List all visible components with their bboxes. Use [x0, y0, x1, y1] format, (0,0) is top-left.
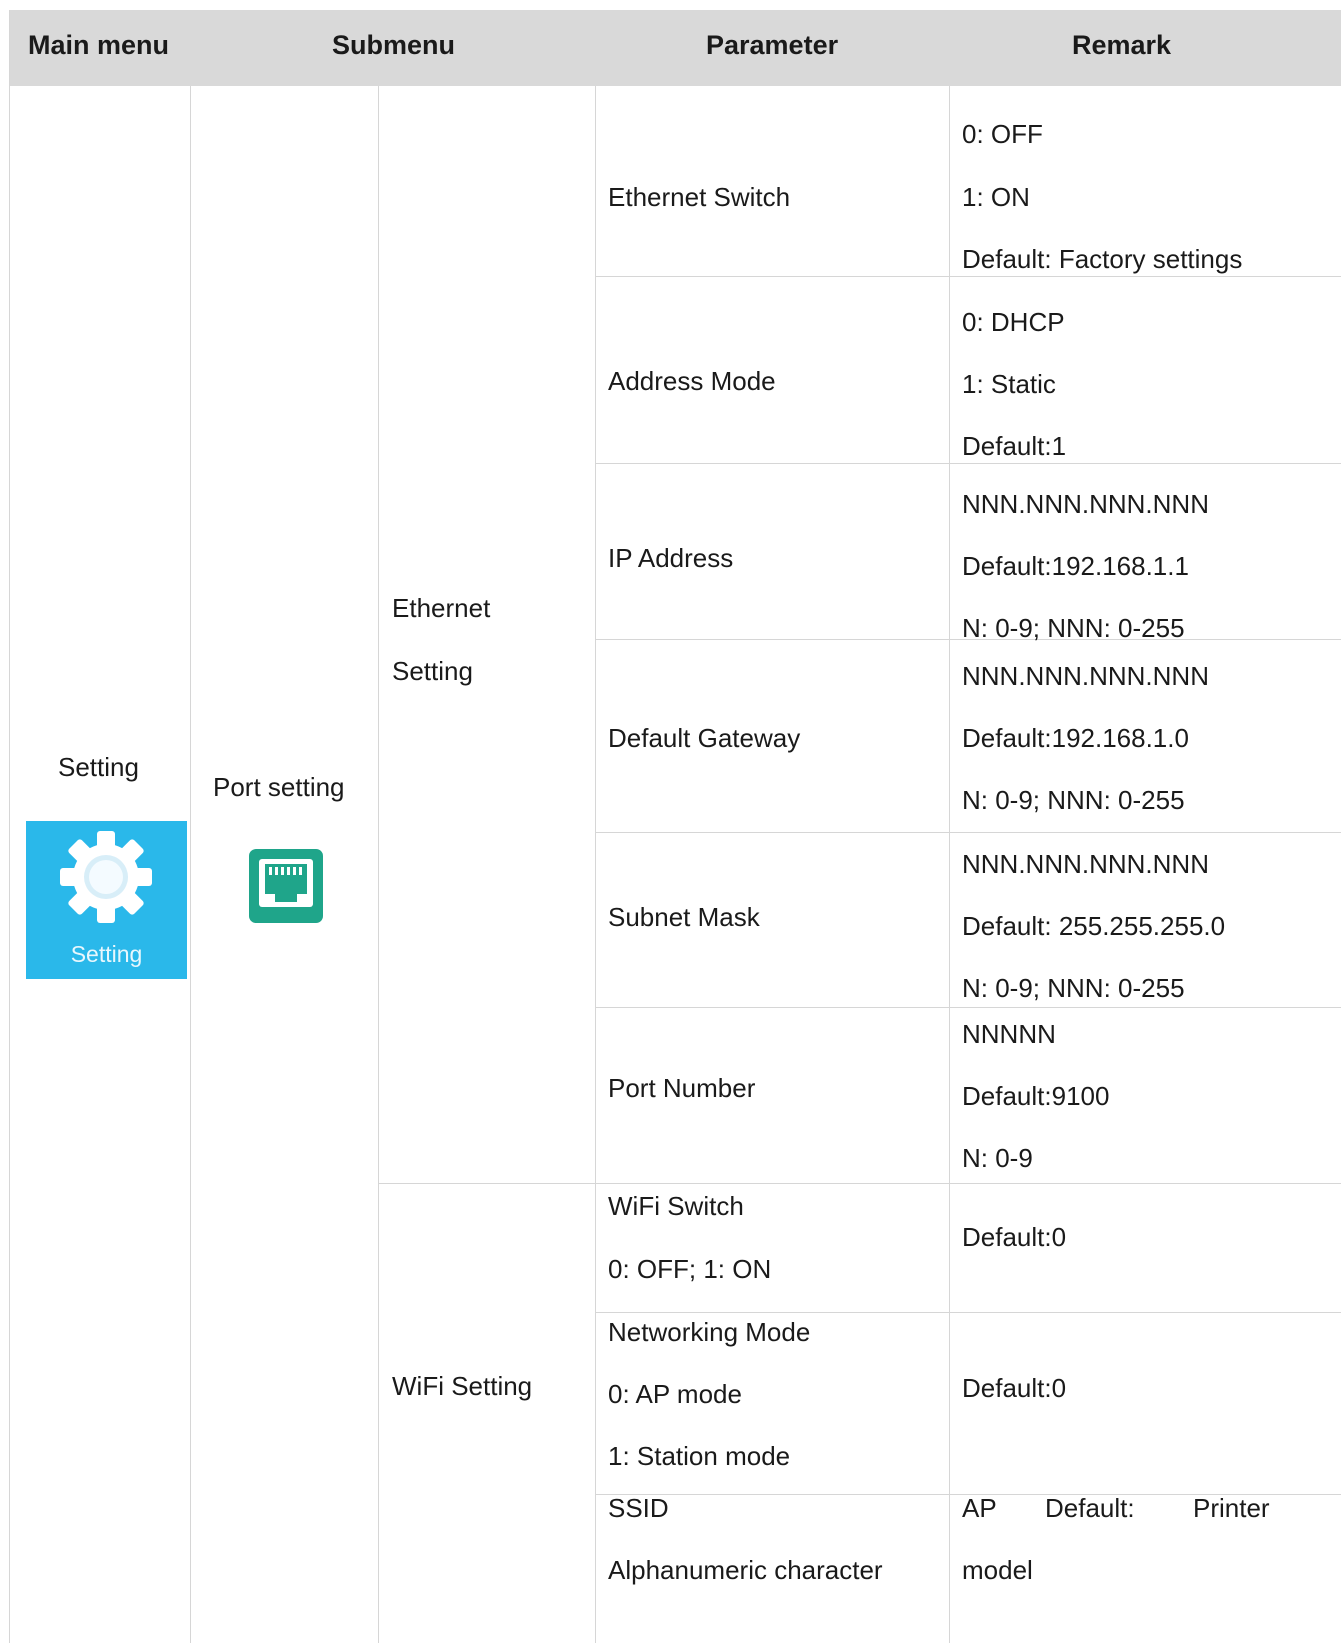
remark-line: N: 0-9	[962, 1143, 1033, 1173]
remark-line: N: 0-9; NNN: 0-255	[962, 785, 1185, 815]
ethernet-group-line2: Setting	[392, 656, 473, 686]
main-menu-label: Setting	[58, 752, 139, 782]
row-divider	[595, 832, 1341, 833]
row-divider	[595, 1312, 1341, 1313]
param-port-number: Port Number	[608, 1073, 756, 1103]
remark-line: N: 0-9; NNN: 0-255	[962, 973, 1185, 1003]
ethernet-group-line1: Ethernet	[392, 593, 491, 623]
gear-icon	[60, 831, 152, 923]
remark-line: NNN.NNN.NNN.NNN	[962, 489, 1209, 519]
remark-line: Default:1	[962, 431, 1067, 461]
row-divider	[595, 1007, 1341, 1008]
row-divider	[595, 276, 1341, 277]
param-networking-mode-value: 1: Station mode	[608, 1441, 791, 1471]
wifi-group-label: WiFi Setting	[392, 1371, 533, 1401]
param-default-gateway: Default Gateway	[608, 723, 801, 753]
param-ssid-format: Alphanumeric character	[608, 1555, 883, 1585]
settings-table: Main menu Submenu Parameter Remark Setti…	[9, 10, 1341, 1643]
remark-line: 0: OFF	[962, 119, 1043, 149]
header-parameter: Parameter	[706, 30, 839, 60]
column-divider	[378, 86, 379, 1643]
param-wifi-switch: WiFi Switch	[608, 1191, 744, 1221]
remark-line: Default: Factory settings	[962, 244, 1243, 274]
ethernet-port-icon	[249, 849, 323, 923]
column-divider	[949, 86, 950, 1643]
remark-word: model	[962, 1555, 1033, 1585]
remark-line: NNN.NNN.NNN.NNN	[962, 849, 1209, 879]
remark-line: N: 0-9; NNN: 0-255	[962, 613, 1185, 643]
remark-line: NNN.NNN.NNN.NNN	[962, 661, 1209, 691]
param-subnet-mask: Subnet Mask	[608, 902, 760, 932]
param-ssid: SSID	[608, 1493, 669, 1523]
remark-line: Default: 255.255.255.0	[962, 911, 1226, 941]
param-networking-mode-value: 0: AP mode	[608, 1379, 742, 1409]
remark-line: Default:9100	[962, 1081, 1110, 1111]
row-divider	[378, 1183, 1341, 1184]
remark-line: 0: DHCP	[962, 307, 1065, 337]
submenu-label: Port setting	[213, 772, 345, 802]
header-main-menu: Main menu	[28, 30, 170, 60]
remark-word: AP	[962, 1493, 997, 1523]
remark-word: Default:	[1045, 1493, 1135, 1523]
param-ip-address: IP Address	[608, 543, 734, 573]
remark-word: Printer	[1193, 1493, 1270, 1523]
remark-line: 1: Static	[962, 369, 1056, 399]
setting-tile: Setting	[26, 821, 187, 979]
remark-line: NNNNN	[962, 1019, 1056, 1049]
param-address-mode: Address Mode	[608, 366, 776, 396]
table-header: Main menu Submenu Parameter Remark	[10, 10, 1341, 86]
remark-line: 1: ON	[962, 182, 1030, 212]
row-divider	[595, 463, 1341, 464]
remark-line: Default:192.168.1.0	[962, 723, 1189, 753]
param-wifi-switch-values: 0: OFF; 1: ON	[608, 1254, 772, 1284]
column-divider	[595, 86, 596, 1643]
setting-tile-label: Setting	[70, 941, 143, 967]
header-submenu: Submenu	[332, 30, 456, 60]
param-ethernet-switch: Ethernet Switch	[608, 182, 791, 212]
remark-line: Default:192.168.1.1	[962, 551, 1189, 581]
remark-line: Default:0	[962, 1373, 1067, 1403]
header-remark: Remark	[1072, 30, 1172, 60]
param-networking-mode: Networking Mode	[608, 1317, 811, 1347]
column-divider	[190, 86, 191, 1643]
remark-line: Default:0	[962, 1222, 1067, 1252]
